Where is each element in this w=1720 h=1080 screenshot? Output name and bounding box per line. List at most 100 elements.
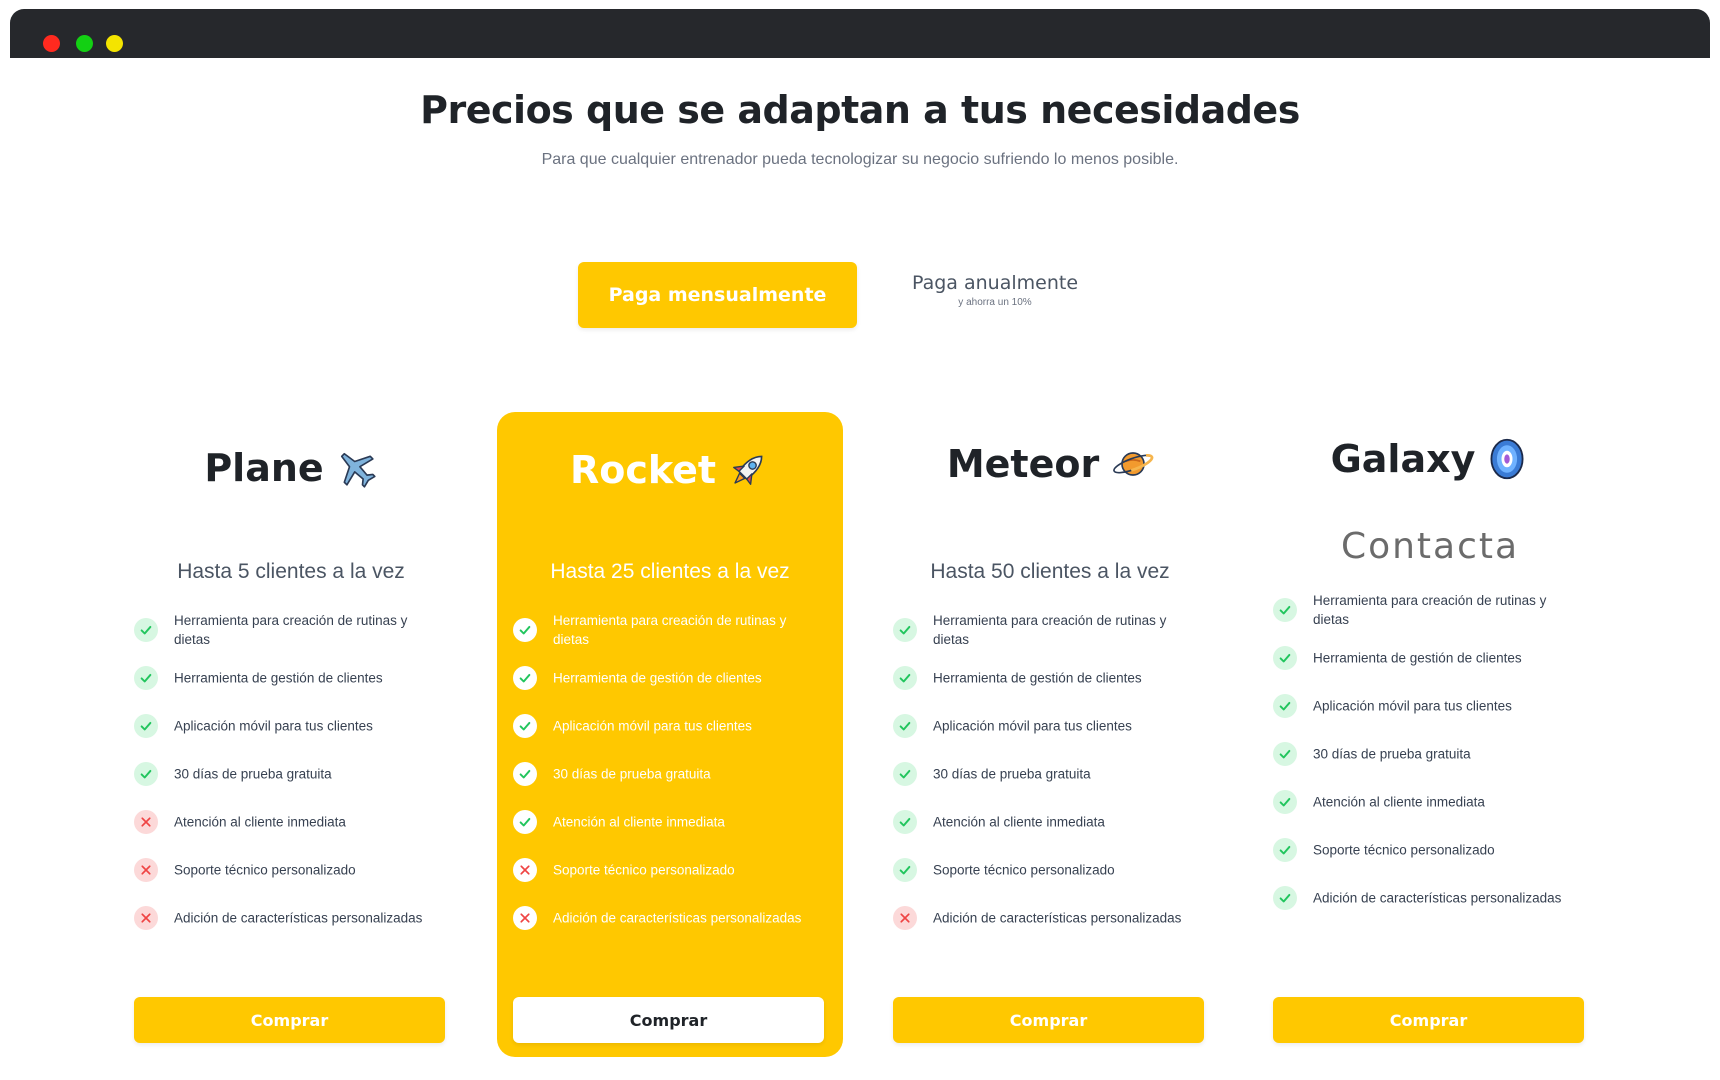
plan-name: Plane [118,446,464,490]
plan-name: Rocket [497,448,843,492]
feature-text: Herramienta para creación de rutinas y d… [553,613,787,647]
plan-name: Meteor [877,442,1223,486]
plan-card-rocket: Rocket Hasta 25 clientes a la vez Herramie… [497,412,843,1057]
check-icon [1273,886,1297,910]
feature-text: Adición de características personalizada… [553,910,802,926]
maximize-window-button[interactable] [106,35,123,52]
feature-text: Herramienta de gestión de clientes [933,670,1142,686]
planet-icon [1109,442,1154,486]
rocket-icon [726,448,770,492]
plan-client-limit: Hasta 50 clientes a la vez [930,560,1170,583]
check-icon [513,714,537,738]
plan-card-meteor: Meteor Hasta 50 clientes a la vez Herramie… [877,412,1223,1057]
buy-button[interactable]: Comprar [134,997,445,1043]
feature-text: Atención al cliente inmediata [553,814,725,830]
feature-item: Soporte técnico personalizado [1273,830,1619,870]
plan-name-text: Meteor [946,442,1100,486]
check-icon [893,714,917,738]
feature-text: Soporte técnico personalizado [1313,842,1495,858]
plan-contact-label: Contacta [1340,526,1520,567]
feature-item: Atención al cliente inmediata [134,802,480,842]
check-icon [1273,694,1297,718]
feature-item: Herramienta de gestión de clientes [893,658,1239,698]
feature-item: Soporte técnico personalizado [134,850,480,890]
feature-item: Aplicación móvil para tus clientes [893,706,1239,746]
plan-card-plane: Plane Hasta 5 clientes a la vez Herramient… [118,412,464,1057]
feature-item: Herramienta de gestión de clientes [513,658,859,698]
feature-item: Adición de características personalizada… [134,898,480,938]
galaxy-icon [1485,437,1529,481]
feature-text: Aplicación móvil para tus clientes [1313,698,1512,714]
feature-text: Herramienta para creación de rutinas y d… [1313,593,1547,627]
cross-icon [513,906,537,930]
feature-item: Herramienta para creación de rutinas y d… [893,610,1239,650]
feature-text: Herramienta de gestión de clientes [174,670,383,686]
feature-text: Soporte técnico personalizado [933,862,1115,878]
check-icon [513,810,537,834]
window-titlebar [10,9,1710,58]
feature-text: Soporte técnico personalizado [553,862,735,878]
feature-item: 30 días de prueba gratuita [1273,734,1619,774]
page-title: Precios que se adaptan a tus necesidades [420,88,1300,132]
check-icon [1273,646,1297,670]
check-icon [513,666,537,690]
feature-text: 30 días de prueba gratuita [174,766,332,782]
check-icon [1273,790,1297,814]
buy-button[interactable]: Comprar [893,997,1204,1043]
annual-billing-button[interactable]: Paga anualmente y ahorra un 10% [880,272,1110,308]
feature-item: Aplicación móvil para tus clientes [513,706,859,746]
check-icon [134,714,158,738]
feature-text: 30 días de prueba gratuita [553,766,711,782]
feature-item: Soporte técnico personalizado [893,850,1239,890]
close-window-button[interactable] [43,35,60,52]
check-icon [134,666,158,690]
feature-item: Atención al cliente inmediata [1273,782,1619,822]
plan-card-galaxy: Galaxy Contacta Herramienta para creación … [1257,412,1603,1057]
feature-text: Herramienta para creación de rutinas y d… [933,613,1167,647]
feature-item: 30 días de prueba gratuita [134,754,480,794]
buy-button[interactable]: Comprar [513,997,824,1043]
feature-item: Herramienta para creación de rutinas y d… [134,610,480,650]
check-icon [513,762,537,786]
feature-item: Aplicación móvil para tus clientes [134,706,480,746]
feature-item: Herramienta de gestión de clientes [1273,638,1619,678]
plan-name-text: Plane [204,446,324,490]
feature-text: Herramienta para creación de rutinas y d… [174,613,408,647]
plan-client-limit: Hasta 25 clientes a la vez [550,560,790,583]
check-icon [1273,742,1297,766]
feature-text: Herramienta de gestión de clientes [553,670,762,686]
page-subtitle: Para que cualquier entrenador pueda tecn… [541,151,1179,168]
check-icon [1273,598,1297,622]
check-icon [1273,838,1297,862]
feature-item: Herramienta para creación de rutinas y d… [1273,590,1619,630]
feature-item: Soporte técnico personalizado [513,850,859,890]
feature-text: 30 días de prueba gratuita [933,766,1091,782]
plan-client-limit: Hasta 5 clientes a la vez [177,560,405,583]
monthly-billing-button[interactable]: Paga mensualmente [578,262,857,328]
cross-icon [134,906,158,930]
buy-button[interactable]: Comprar [1273,997,1584,1043]
check-icon [893,618,917,642]
feature-text: Adición de características personalizada… [933,910,1182,926]
airplane-icon [334,446,378,490]
feature-text: Aplicación móvil para tus clientes [553,718,752,734]
check-icon [134,762,158,786]
feature-text: Soporte técnico personalizado [174,862,356,878]
feature-item: 30 días de prueba gratuita [513,754,859,794]
minimize-window-button[interactable] [76,35,93,52]
feature-item: Adición de características personalizada… [1273,878,1619,918]
feature-text: Atención al cliente inmediata [933,814,1105,830]
feature-text: Adición de características personalizada… [174,910,423,926]
check-icon [893,858,917,882]
feature-text: Atención al cliente inmediata [1313,794,1485,810]
feature-item: Adición de características personalizada… [893,898,1239,938]
feature-text: Herramienta de gestión de clientes [1313,650,1522,666]
check-icon [893,810,917,834]
plan-name-text: Galaxy [1330,437,1476,481]
feature-item: Atención al cliente inmediata [893,802,1239,842]
feature-text: Atención al cliente inmediata [174,814,346,830]
cross-icon [893,906,917,930]
feature-item: 30 días de prueba gratuita [893,754,1239,794]
feature-text: Adición de características personalizada… [1313,890,1562,906]
feature-item: Herramienta para creación de rutinas y d… [513,610,859,650]
